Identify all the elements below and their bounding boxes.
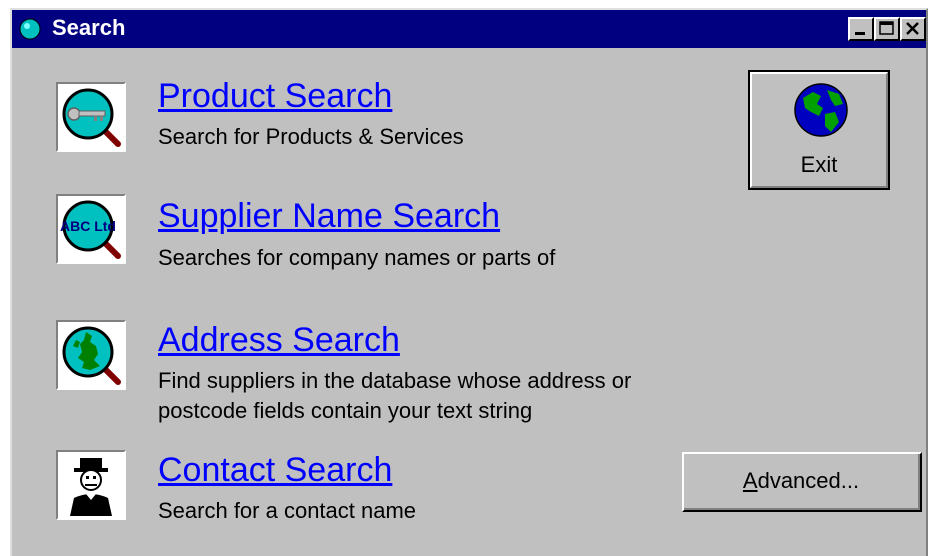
magnifier-map-icon (58, 322, 124, 388)
product-search-link[interactable]: Product Search (158, 76, 392, 116)
title-bar[interactable]: Search (12, 10, 926, 48)
abc-ltd-text: ABC Ltd (60, 218, 116, 234)
supplier-search-icon-button[interactable]: ABC Ltd (56, 194, 126, 264)
address-search-icon-button[interactable] (56, 320, 126, 390)
advanced-button-face: Advanced... (684, 454, 920, 510)
close-icon (906, 22, 919, 35)
person-icon (58, 452, 124, 518)
magnifier-key-icon (58, 84, 124, 150)
product-search-icon-button[interactable] (56, 82, 126, 152)
address-search-link[interactable]: Address Search (158, 320, 400, 360)
contact-search-icon-button[interactable] (56, 450, 126, 520)
address-search-description-line-2: postcode fields contain your text string (158, 398, 533, 423)
address-search-description-line-1: Find suppliers in the database whose add… (158, 368, 632, 393)
advanced-mnemonic: A (742, 468, 758, 493)
app-globe-icon (19, 18, 41, 40)
globe-icon (794, 83, 848, 137)
advanced-label: Advanced... (684, 468, 918, 494)
exit-label: Exit (800, 152, 838, 177)
maximize-button[interactable] (874, 17, 900, 41)
exit-button-face: Exit (750, 72, 888, 188)
exit-button[interactable]: Exit (748, 70, 890, 190)
product-search-description: Search for Products & Services (158, 124, 464, 149)
maximize-icon (879, 21, 894, 35)
minimize-button[interactable] (848, 17, 874, 41)
close-button[interactable] (900, 17, 926, 41)
window-title: Search (52, 15, 126, 40)
supplier-name-search-link[interactable]: Supplier Name Search (158, 196, 500, 236)
minimize-icon (855, 32, 865, 35)
supplier-name-search-description: Searches for company names or parts of (158, 245, 556, 270)
magnifier-abc-ltd-icon: ABC Ltd (58, 196, 124, 262)
contact-search-description: Search for a contact name (158, 498, 417, 523)
advanced-button[interactable]: Advanced... (682, 452, 922, 512)
advanced-label-rest: dvanced... (757, 468, 860, 493)
search-window: Search Product Search Search for Product… (10, 8, 928, 556)
contact-search-link[interactable]: Contact Search (158, 450, 392, 490)
